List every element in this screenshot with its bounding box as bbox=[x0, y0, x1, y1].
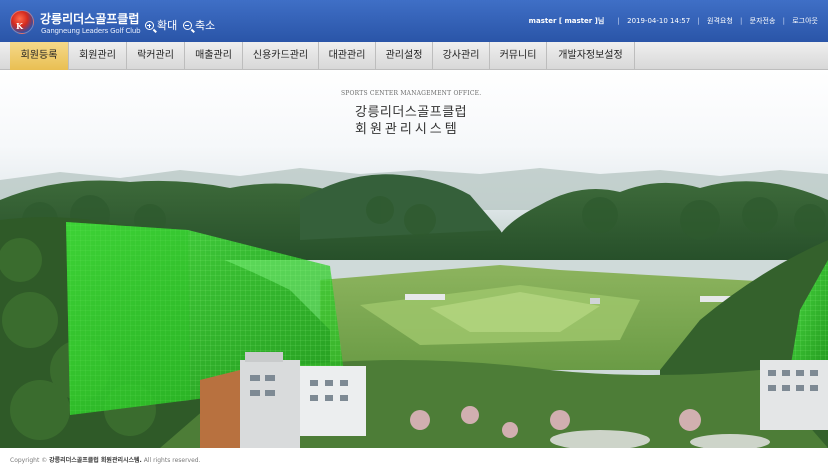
footer: Copyright © 강릉리더스골프클럽 회원관리시스템. All right… bbox=[0, 448, 828, 470]
menu-member-manage[interactable]: 회원관리 bbox=[69, 42, 127, 70]
copyright-site-name: 강릉리더스골프클럽 회원관리시스템. bbox=[49, 457, 142, 464]
hero-banner: SPORTS CENTER MANAGEMENT OFFICE. 강릉리더스골프… bbox=[0, 70, 828, 448]
brand-name-english: Gangneung Leaders Golf Club bbox=[41, 27, 141, 35]
separator: | bbox=[617, 17, 620, 25]
separator: | bbox=[697, 17, 700, 25]
copyright-suffix: All rights reserved. bbox=[141, 457, 201, 464]
copyright-prefix: Copyright © bbox=[10, 457, 50, 464]
menu-community[interactable]: 커뮤니티 bbox=[490, 42, 547, 70]
main-menu: 회원등록 회원관리 락커관리 매출관리 신용카드관리 대관관리 관리설정 강사관… bbox=[0, 42, 828, 70]
hero-title-system-name: 회원관리시스템 bbox=[355, 122, 460, 137]
menu-instructor-manage[interactable]: 강사관리 bbox=[433, 42, 490, 70]
zoom-out-button[interactable]: 축소 bbox=[183, 17, 215, 33]
menu-credit-card-manage[interactable]: 신용카드관리 bbox=[243, 42, 319, 70]
copyright-text: Copyright © 강릉리더스골프클럽 회원관리시스템. All right… bbox=[10, 455, 201, 464]
club-logo-icon[interactable]: K bbox=[10, 10, 34, 34]
logged-in-user: master [ master ]님 bbox=[528, 17, 605, 25]
menu-member-register[interactable]: 회원등록 bbox=[10, 42, 69, 70]
separator: | bbox=[782, 17, 785, 25]
zoom-out-label: 축소 bbox=[195, 19, 216, 32]
zoom-in-label: 확대 bbox=[157, 19, 178, 32]
menu-sales-manage[interactable]: 매출관리 bbox=[185, 42, 243, 70]
zoom-in-icon bbox=[145, 21, 154, 30]
menu-locker-manage[interactable]: 락커관리 bbox=[127, 42, 185, 70]
menu-rental-manage[interactable]: 대관관리 bbox=[319, 42, 376, 70]
menu-developer-settings[interactable]: 개발자정보설정 bbox=[547, 42, 635, 70]
separator: | bbox=[740, 17, 743, 25]
menu-settings[interactable]: 관리설정 bbox=[376, 42, 433, 70]
top-header: K 강릉리더스골프클럽 Gangneung Leaders Golf Club … bbox=[0, 0, 828, 42]
current-datetime: 2019-04-10 14:57 bbox=[627, 17, 691, 25]
logo-letter: K bbox=[16, 21, 23, 31]
brand-name-korean[interactable]: 강릉리더스골프클럽 bbox=[40, 10, 139, 27]
send-sms-link[interactable]: 문자전송 bbox=[750, 16, 776, 26]
zoom-out-icon bbox=[183, 21, 192, 30]
logout-link[interactable]: 로그아웃 bbox=[792, 16, 818, 26]
hero-eyebrow: SPORTS CENTER MANAGEMENT OFFICE. bbox=[341, 90, 482, 97]
remote-request-link[interactable]: 원격요청 bbox=[707, 16, 733, 26]
user-toolbar: master [ master ]님 | 2019-04-10 14:57 | … bbox=[529, 16, 818, 26]
zoom-in-button[interactable]: 확대 bbox=[145, 17, 177, 33]
